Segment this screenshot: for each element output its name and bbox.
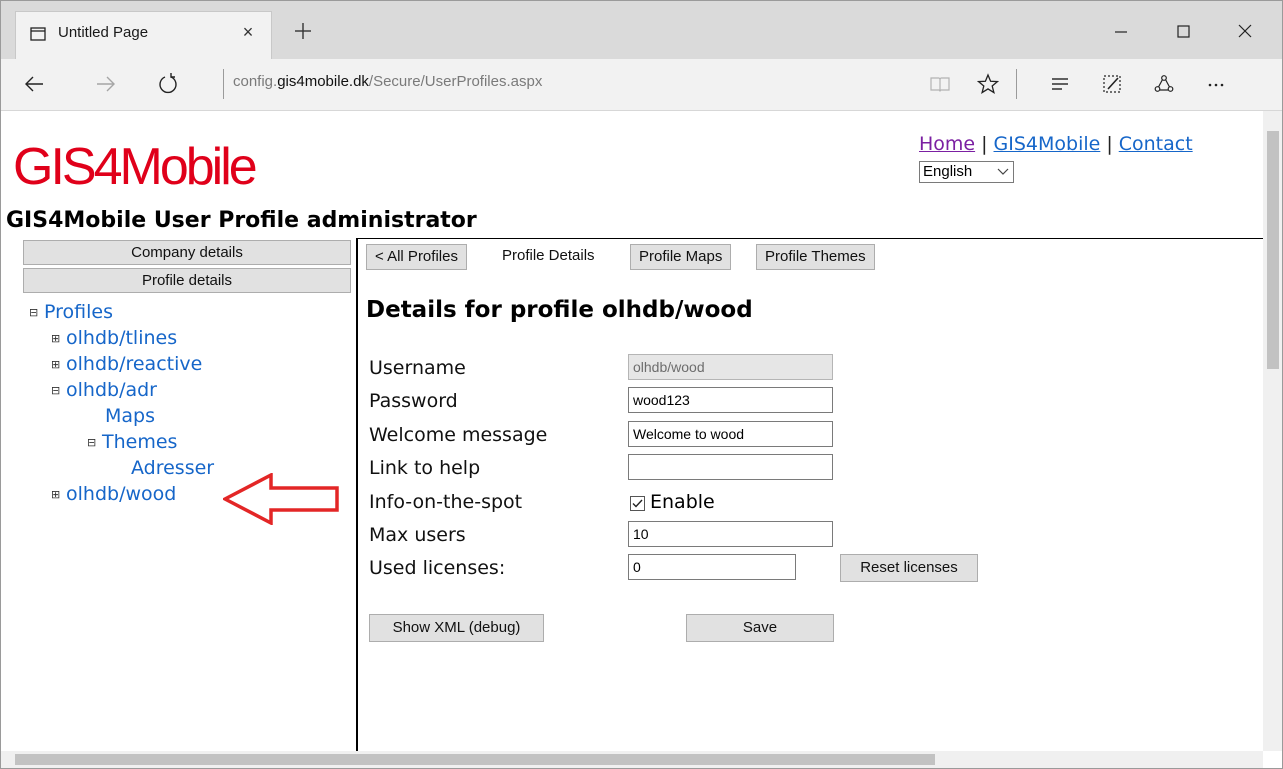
vertical-scrollbar[interactable] [1263, 111, 1282, 751]
url-domain: gis4mobile.dk [277, 73, 369, 90]
browser-window: Untitled Page × config.gis4mobile.dk/Sec… [0, 0, 1283, 769]
welcome-message-label: Welcome message [369, 424, 548, 446]
url-path: /Secure/UserProfiles.aspx [368, 73, 543, 90]
url-prefix: config. [233, 73, 278, 90]
tree-label[interactable]: olhdb/adr [66, 379, 157, 401]
refresh-icon[interactable] [157, 73, 179, 95]
web-note-icon[interactable] [1101, 73, 1123, 95]
annotation-arrow [223, 473, 339, 525]
tree-label[interactable]: Adresser [131, 457, 214, 479]
collapse-icon[interactable]: ⊟ [51, 378, 63, 404]
profile-details-panel: < All Profiles Profile Details Profile M… [356, 238, 1263, 751]
tree-label[interactable]: olhdb/wood [66, 483, 176, 505]
link-separator: | [981, 133, 988, 155]
contact-link[interactable]: Contact [1119, 133, 1193, 155]
horizontal-scroll-thumb[interactable] [15, 754, 935, 765]
address-bar[interactable]: config.gis4mobile.dk/Secure/UserProfiles… [233, 73, 542, 90]
address-separator [223, 69, 224, 99]
close-window-icon[interactable] [1235, 21, 1255, 41]
help-link-label: Link to help [369, 457, 481, 479]
link-separator: | [1106, 133, 1113, 155]
tree-node-reactive[interactable]: ⊞ olhdb/reactive [51, 351, 202, 377]
max-users-field[interactable] [628, 521, 833, 547]
password-field[interactable] [628, 387, 833, 413]
welcome-message-field[interactable] [628, 421, 833, 447]
reset-licenses-button[interactable]: Reset licenses [840, 554, 978, 582]
tree-label[interactable]: Maps [105, 405, 155, 427]
profile-details-button[interactable]: Profile details [23, 268, 351, 293]
used-licenses-field[interactable] [628, 554, 796, 580]
enable-label[interactable]: Enable [650, 491, 715, 513]
expand-icon[interactable]: ⊞ [51, 482, 63, 508]
expand-icon[interactable]: ⊞ [51, 326, 63, 352]
tab-all-profiles[interactable]: < All Profiles [366, 244, 467, 270]
gis4mobile-logo: GIS4Mobile [13, 138, 258, 196]
username-field [628, 354, 833, 380]
show-xml-button[interactable]: Show XML (debug) [369, 614, 544, 642]
browser-titlebar: Untitled Page × [1, 1, 1282, 59]
tree-node-adresser[interactable]: Adresser [131, 455, 214, 481]
chevron-down-icon [997, 168, 1009, 175]
back-icon[interactable] [23, 73, 45, 95]
help-link-field[interactable] [628, 454, 833, 480]
used-licenses-label: Used licenses: [369, 557, 506, 579]
tree-label[interactable]: olhdb/reactive [66, 353, 202, 375]
reading-view-icon[interactable] [929, 73, 951, 95]
password-label: Password [369, 390, 458, 412]
tree-label[interactable]: olhdb/tlines [66, 327, 177, 349]
language-value: English [923, 163, 973, 180]
expand-icon[interactable]: ⊞ [51, 352, 63, 378]
tree-label[interactable]: Profiles [44, 301, 113, 323]
page-icon [30, 27, 46, 41]
collapse-icon[interactable]: ⊟ [87, 430, 99, 456]
tree-node-tlines[interactable]: ⊞ olhdb/tlines [51, 325, 177, 351]
favorite-star-icon[interactable] [977, 73, 999, 95]
close-tab-icon[interactable]: × [238, 22, 258, 42]
info-on-the-spot-label: Info-on-the-spot [369, 491, 523, 513]
forward-icon[interactable] [95, 73, 117, 95]
toolbar-separator [1016, 69, 1017, 99]
tab-profile-themes[interactable]: Profile Themes [756, 244, 875, 270]
company-details-button[interactable]: Company details [23, 240, 351, 265]
tree-node-profiles[interactable]: ⊟ Profiles [29, 299, 113, 325]
maximize-icon[interactable] [1173, 21, 1193, 41]
home-link[interactable]: Home [919, 133, 975, 155]
tree-node-themes[interactable]: ⊟ Themes [87, 429, 177, 455]
vertical-scroll-thumb[interactable] [1267, 131, 1279, 369]
new-tab-icon[interactable] [291, 19, 315, 43]
details-heading: Details for profile olhdb/wood [366, 297, 753, 323]
info-on-the-spot-checkbox[interactable] [630, 496, 645, 511]
username-label: Username [369, 357, 466, 379]
tree-node-maps[interactable]: Maps [105, 403, 155, 429]
minimize-icon[interactable] [1111, 21, 1131, 41]
page-viewport: GIS4Mobile Home | GIS4Mobile | Contact Engli… [1, 111, 1263, 751]
browser-tab[interactable]: Untitled Page × [15, 11, 272, 59]
max-users-label: Max users [369, 524, 466, 546]
tree-node-wood[interactable]: ⊞ olhdb/wood [51, 481, 176, 507]
more-options-icon[interactable] [1205, 73, 1227, 95]
hub-icon[interactable] [1049, 73, 1071, 95]
language-select[interactable]: English [919, 161, 1014, 183]
page-title: GIS4Mobile User Profile administrator [6, 208, 477, 233]
save-button[interactable]: Save [686, 614, 834, 642]
horizontal-scrollbar[interactable] [1, 751, 1263, 768]
gis4mobile-link[interactable]: GIS4Mobile [994, 133, 1101, 155]
browser-navbar: config.gis4mobile.dk/Secure/UserProfiles… [1, 59, 1282, 111]
tab-profile-maps[interactable]: Profile Maps [630, 244, 732, 270]
share-icon[interactable] [1153, 73, 1175, 95]
tree-label[interactable]: Themes [102, 431, 177, 453]
tab-title: Untitled Page [58, 24, 149, 41]
header-links: Home | GIS4Mobile | Contact [919, 133, 1193, 155]
tree-node-adr[interactable]: ⊟ olhdb/adr [51, 377, 157, 403]
tab-profile-details[interactable]: Profile Details [494, 244, 603, 270]
collapse-icon[interactable]: ⊟ [29, 300, 41, 326]
